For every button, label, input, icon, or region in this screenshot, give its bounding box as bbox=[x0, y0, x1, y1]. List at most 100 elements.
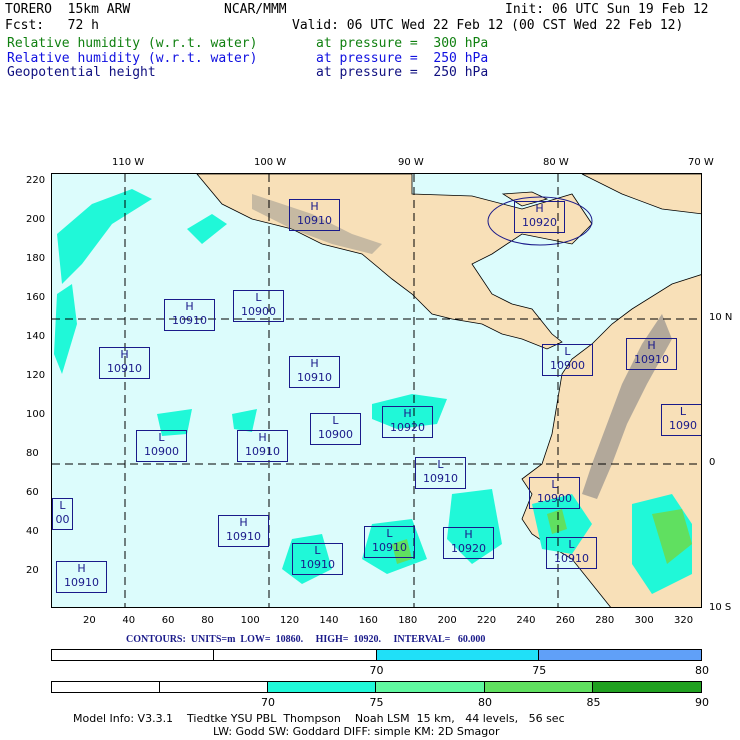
center-type: L bbox=[386, 527, 393, 540]
y-tick-label: 220 bbox=[26, 175, 46, 186]
colorbar-rh-300 bbox=[51, 681, 702, 693]
center-value: 10910 bbox=[245, 445, 280, 458]
center-value: 10910 bbox=[554, 552, 589, 565]
center-value: 10910 bbox=[107, 362, 142, 375]
center-value: 10910 bbox=[372, 541, 407, 554]
organization: NCAR/MMM bbox=[224, 2, 287, 17]
center-type: L bbox=[679, 405, 687, 418]
x-tick-label: 300 bbox=[634, 615, 654, 626]
center-type: H bbox=[77, 562, 86, 575]
x-tick-label: 260 bbox=[555, 615, 575, 626]
y-tick-label: 40 bbox=[26, 526, 39, 537]
center-type: H bbox=[535, 202, 544, 215]
center-type: L bbox=[332, 414, 339, 427]
center-value: 10910 bbox=[64, 576, 99, 589]
center-value: 10910 bbox=[297, 371, 332, 384]
pressure-center-low: L 10900 bbox=[233, 290, 284, 322]
pressure-center-low: L 10910 bbox=[546, 537, 597, 569]
field-3-name: Geopotential height bbox=[7, 65, 156, 80]
center-value: 10920 bbox=[390, 421, 425, 434]
x-tick-label: 160 bbox=[358, 615, 378, 626]
center-value: 10900 bbox=[241, 305, 276, 318]
lat-label: 0 bbox=[709, 457, 716, 468]
center-value: 10900 bbox=[144, 445, 179, 458]
land-island bbox=[581, 174, 701, 215]
x-tick-label: 140 bbox=[319, 615, 339, 626]
center-value: 10900 bbox=[537, 492, 572, 505]
pressure-center-high: H 10920 bbox=[443, 527, 494, 559]
lat-label: 10 S bbox=[709, 602, 732, 613]
model-info: Model Info: V3.3.1 Tiedtke YSU PBL Thomp… bbox=[73, 712, 565, 725]
colorbar-segment bbox=[376, 682, 485, 692]
colorbar-segment bbox=[268, 682, 377, 692]
pressure-center-high: H 10910 bbox=[99, 347, 150, 379]
colorbar-label: 90 bbox=[695, 696, 709, 709]
field-3-level: at pressure = 250 hPa bbox=[316, 65, 489, 80]
x-tick-label: 180 bbox=[398, 615, 418, 626]
lon-label: 70 W bbox=[688, 157, 714, 168]
x-tick-label: 20 bbox=[83, 615, 96, 626]
colorbar-label: 70 bbox=[369, 664, 384, 677]
center-type: H bbox=[310, 200, 319, 213]
pressure-center-low: L 10900 bbox=[310, 413, 361, 445]
colorbar-segment bbox=[52, 682, 161, 692]
valid-time: Valid: 06 UTC Wed 22 Feb 12 (00 CST Wed … bbox=[292, 18, 684, 33]
lon-label: 80 W bbox=[543, 157, 569, 168]
pressure-center-high: H 10910 bbox=[237, 430, 288, 462]
center-value: 10910 bbox=[172, 314, 207, 327]
y-tick-label: 140 bbox=[26, 331, 46, 342]
x-tick-label: 40 bbox=[122, 615, 136, 626]
colorbar-segment bbox=[160, 682, 269, 692]
center-type: L bbox=[437, 458, 444, 471]
map-plot: H 10910 H 10920 H 10910 L 10900 H 10910 H 10910 L 109… bbox=[51, 173, 702, 608]
x-tick-label: 120 bbox=[280, 615, 300, 626]
x-tick-label: 80 bbox=[201, 615, 214, 626]
center-type: L bbox=[255, 291, 262, 304]
pressure-center-low: L 00 bbox=[52, 498, 73, 530]
center-type: H bbox=[185, 300, 194, 313]
center-value: 10920 bbox=[451, 542, 486, 555]
forecast-hour: Fcst: 72 h bbox=[5, 18, 99, 33]
y-tick-label: 200 bbox=[26, 214, 46, 225]
pressure-center-low: L 10900 bbox=[529, 477, 580, 509]
pressure-center-high: H 10910 bbox=[626, 338, 677, 370]
x-tick-label: 240 bbox=[516, 615, 536, 626]
lon-label: 110 W bbox=[112, 157, 145, 168]
pressure-center-high: H 10910 bbox=[289, 199, 340, 231]
y-tick-label: 160 bbox=[26, 292, 46, 303]
field-1-name: Relative humidity (w.r.t. water) bbox=[7, 36, 258, 51]
center-value: 10920 bbox=[522, 216, 557, 229]
y-tick-label: 120 bbox=[26, 370, 46, 381]
center-type: L bbox=[158, 431, 165, 444]
x-tick-label: 220 bbox=[477, 615, 497, 626]
colorbar-segment bbox=[376, 650, 539, 660]
pressure-center-low: L 10900 bbox=[136, 430, 187, 462]
center-value: 10910 bbox=[423, 472, 458, 485]
x-tick-label: 60 bbox=[161, 615, 175, 626]
colorbar-label: 80 bbox=[478, 696, 492, 709]
x-tick-label: 280 bbox=[595, 615, 615, 626]
pressure-center-low: L 1090 bbox=[661, 404, 701, 436]
center-value: 00 bbox=[55, 513, 70, 526]
pressure-center-high: H 10910 bbox=[56, 561, 107, 593]
field-2-level: at pressure = 250 hPa bbox=[316, 51, 489, 66]
colorbar-rh-250 bbox=[51, 649, 702, 661]
center-type: H bbox=[258, 431, 267, 444]
colorbar-segment bbox=[592, 682, 701, 692]
center-type: H bbox=[120, 348, 129, 361]
pressure-center-high: H 10920 bbox=[382, 406, 433, 438]
colorbar-label: 75 bbox=[369, 696, 384, 709]
center-type: L bbox=[59, 499, 66, 512]
center-type: H bbox=[403, 407, 412, 420]
y-tick-label: 80 bbox=[26, 448, 39, 459]
y-tick-label: 180 bbox=[26, 253, 46, 264]
center-value: 10900 bbox=[318, 428, 353, 441]
model-title: TORERO 15km ARW bbox=[5, 2, 131, 17]
y-tick-label: 60 bbox=[26, 487, 39, 498]
colorbar-label: 80 bbox=[695, 664, 709, 677]
colorbar-segment bbox=[538, 650, 701, 660]
init-time: Init: 06 UTC Sun 19 Feb 12 bbox=[505, 2, 709, 17]
pressure-center-high: H 10910 bbox=[289, 356, 340, 388]
center-value: 1090 bbox=[669, 419, 697, 432]
lon-label: 90 W bbox=[398, 157, 424, 168]
